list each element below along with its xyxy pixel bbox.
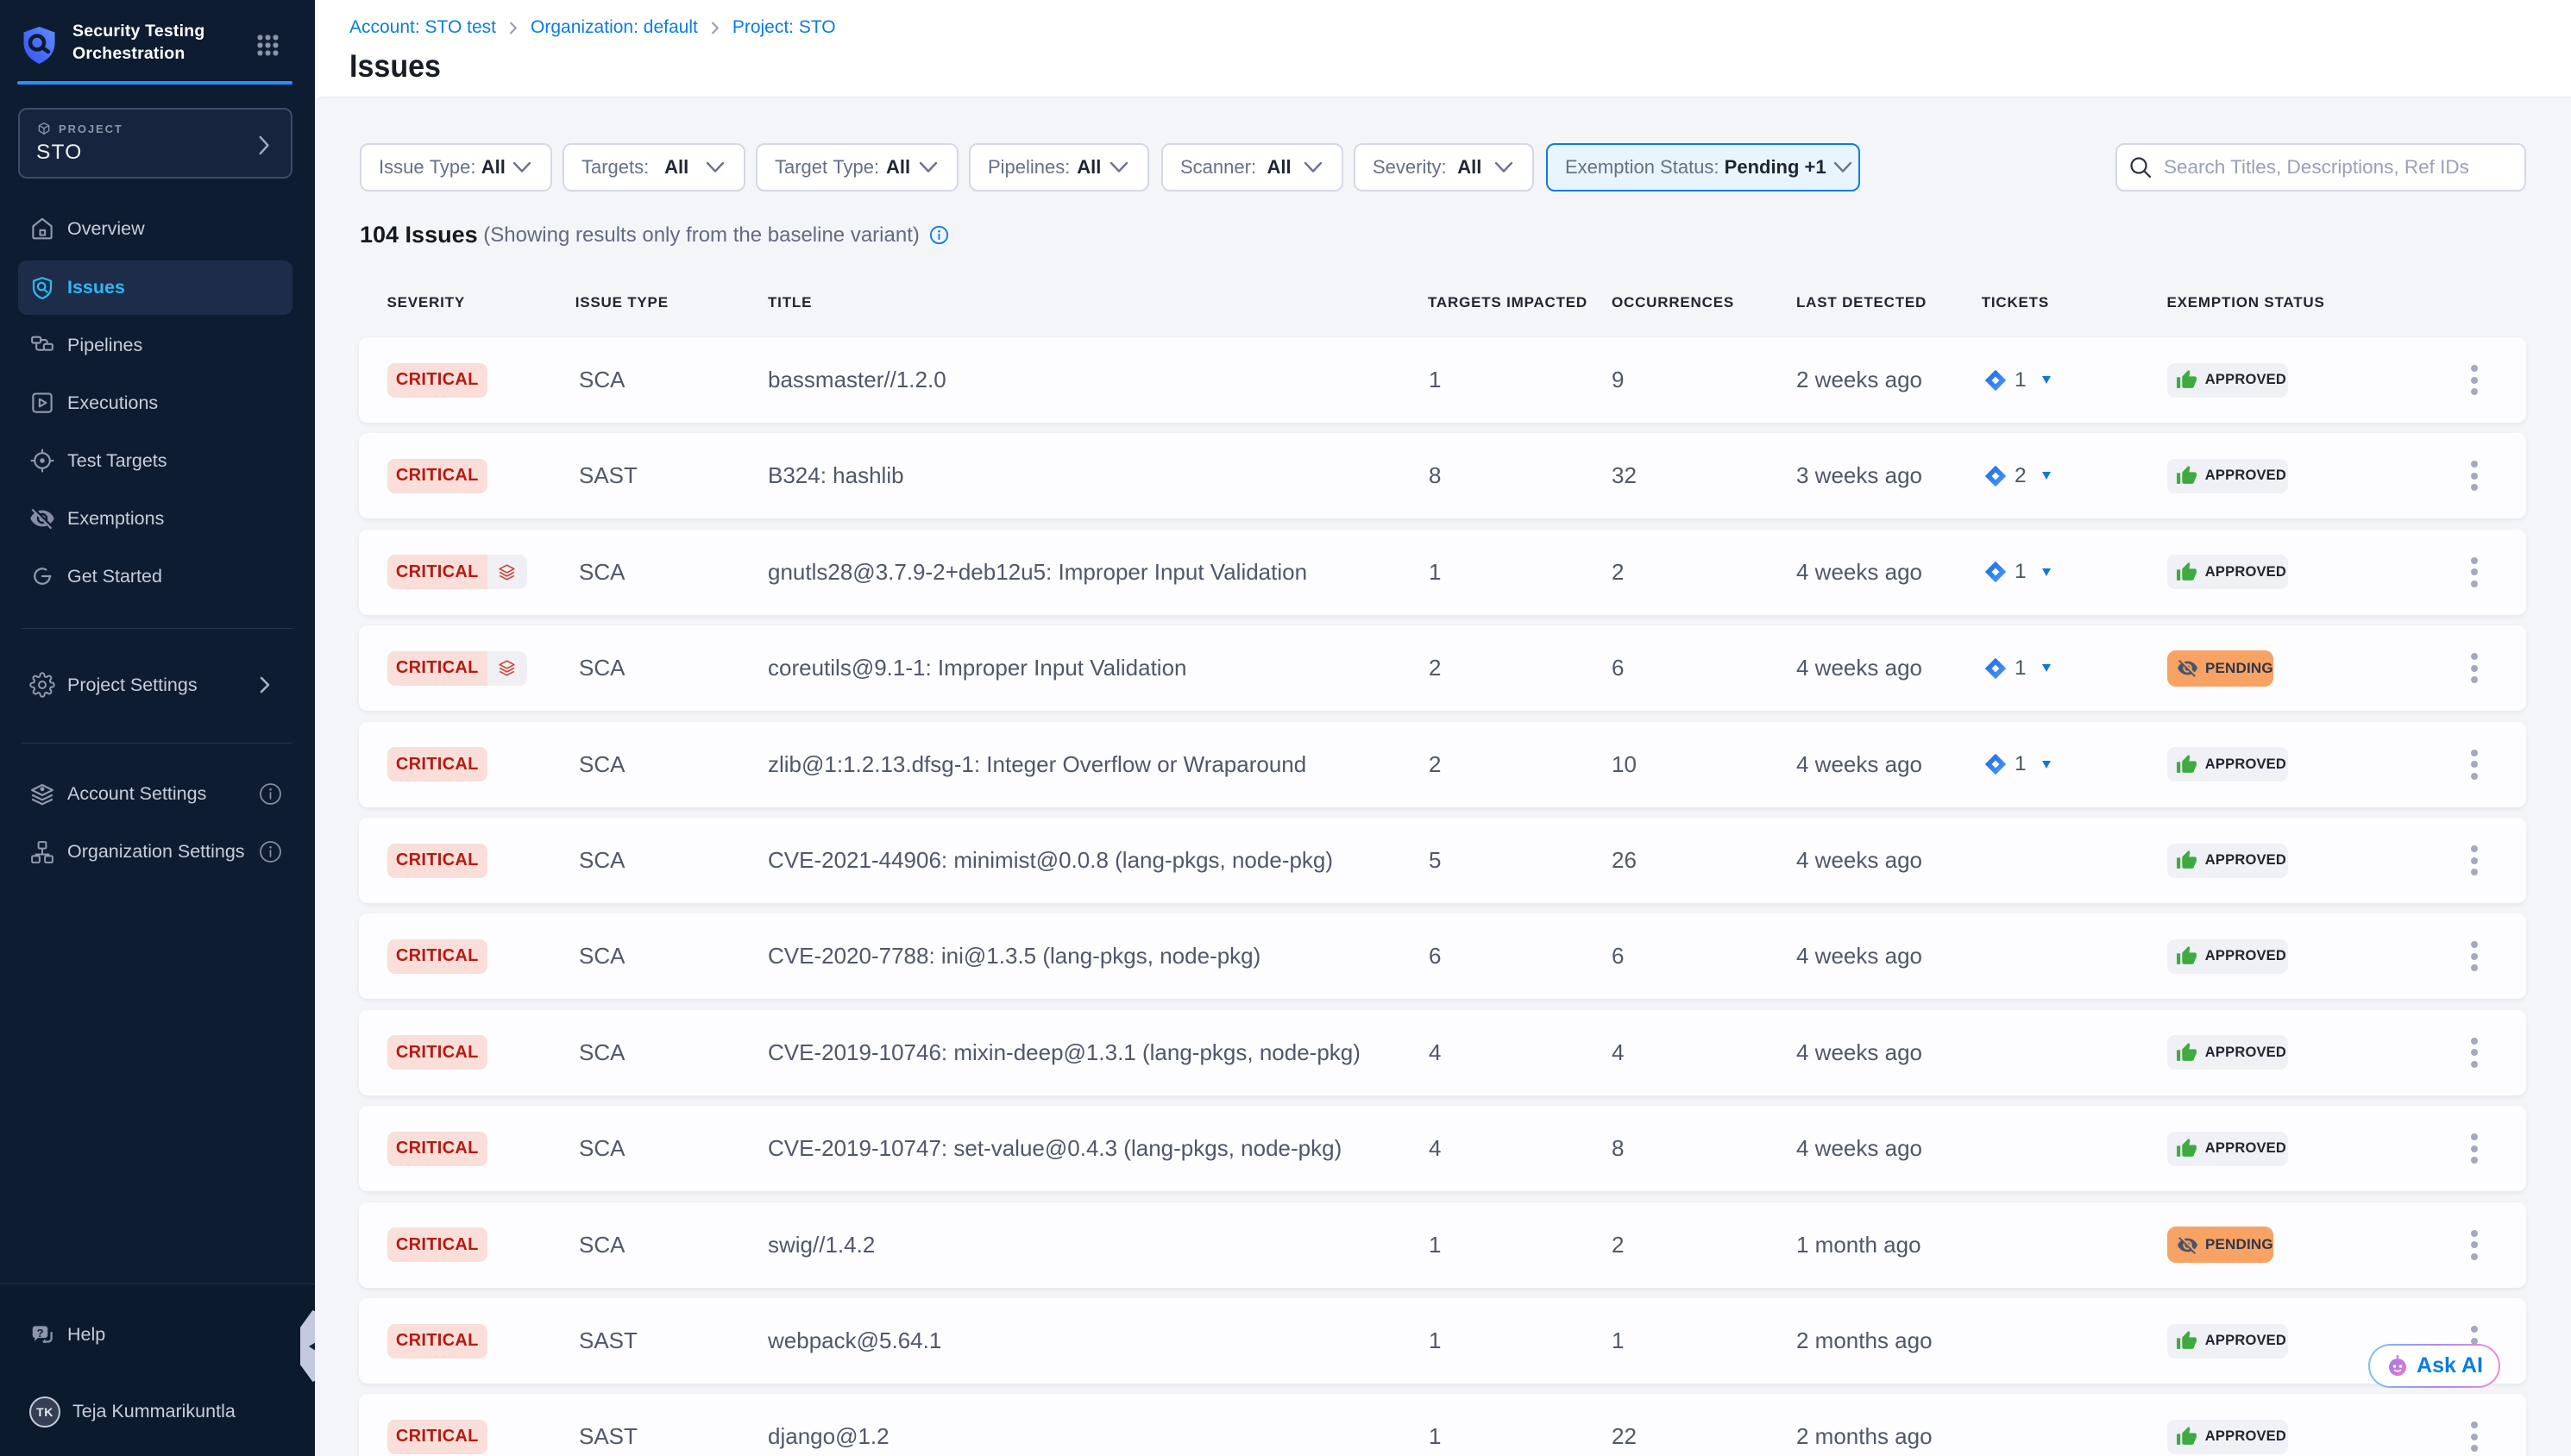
svg-text:?: ? (37, 1326, 44, 1339)
